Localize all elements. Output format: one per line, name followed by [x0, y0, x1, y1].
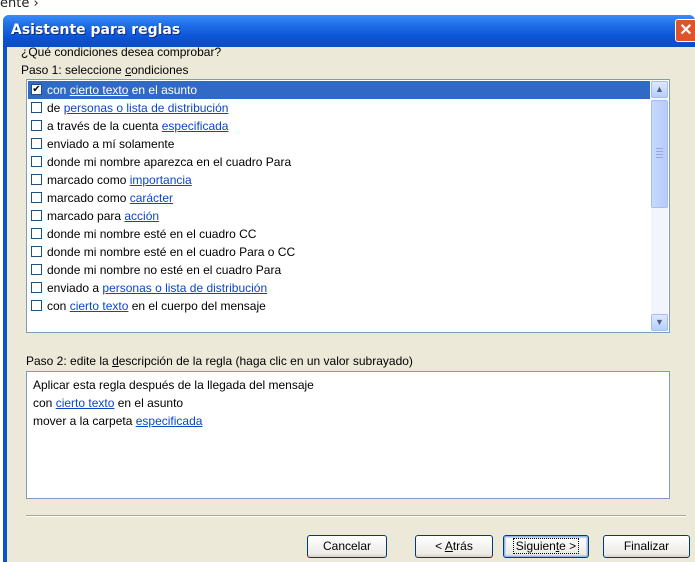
condition-row[interactable]: marcado como importancia — [28, 171, 650, 189]
condition-row[interactable]: con cierto texto en el cuerpo del mensaj… — [28, 297, 650, 315]
condition-text: con — [47, 83, 70, 97]
separator — [26, 515, 686, 517]
conditions-scrollbar[interactable]: ▲ ▼ — [651, 81, 668, 331]
condition-text: con — [47, 299, 70, 313]
background-text-fragment: ente › — [0, 0, 39, 11]
back-button[interactable]: < Atrás — [415, 535, 493, 558]
condition-text: donde mi nombre esté en el cuadro Para o… — [47, 245, 296, 259]
title-bar[interactable]: Asistente para reglas ✕ — [3, 15, 695, 47]
condition-row[interactable]: marcado como carácter — [28, 189, 650, 207]
step2-label: Paso 2: edite la descripción de la regla… — [26, 354, 413, 368]
condition-row[interactable]: donde mi nombre no esté en el cuadro Par… — [28, 261, 650, 279]
value-link[interactable]: carácter — [130, 191, 173, 205]
condition-row[interactable]: enviado a mí solamente — [28, 135, 650, 153]
condition-row[interactable]: de personas o lista de distribución — [28, 99, 650, 117]
rule-description-box[interactable]: Aplicar esta regla después de la llegada… — [26, 371, 670, 499]
value-link[interactable]: cierto texto — [56, 396, 115, 410]
condition-checkbox[interactable] — [31, 210, 42, 221]
condition-text: marcado para — [47, 209, 125, 223]
condition-row[interactable]: enviado a personas o lista de distribuci… — [28, 279, 650, 297]
condition-text: de — [47, 101, 64, 115]
scroll-up-icon[interactable]: ▲ — [651, 81, 668, 98]
scroll-thumb[interactable] — [651, 100, 668, 208]
condition-label: donde mi nombre no esté en el cuadro Par… — [47, 261, 281, 279]
description-line: con cierto texto en el asunto — [33, 394, 663, 412]
value-link[interactable]: especificada — [162, 119, 229, 133]
scroll-down-icon[interactable]: ▼ — [651, 314, 668, 331]
description-line: Aplicar esta regla después de la llegada… — [33, 376, 663, 394]
condition-row[interactable]: donde mi nombre esté en el cuadro CC — [28, 225, 650, 243]
condition-row[interactable]: a través de la cuenta especificada — [28, 117, 650, 135]
condition-text: en el asunto — [128, 83, 198, 97]
value-link[interactable]: cierto texto — [70, 83, 129, 97]
value-link[interactable]: personas o lista de distribución — [64, 101, 229, 115]
condition-row[interactable]: ✔ con cierto texto en el asunto — [28, 81, 650, 99]
condition-label: donde mi nombre esté en el cuadro CC — [47, 225, 256, 243]
condition-text: en el cuerpo del mensaje — [128, 299, 266, 313]
description-line: mover a la carpeta especificada — [33, 412, 663, 430]
condition-checkbox[interactable] — [31, 282, 42, 293]
condition-label: con cierto texto en el cuerpo del mensaj… — [47, 297, 266, 315]
condition-checkbox[interactable] — [31, 138, 42, 149]
value-link[interactable]: importancia — [130, 173, 192, 187]
condition-label: donde mi nombre esté en el cuadro Para o… — [47, 243, 295, 261]
finish-button[interactable]: Finalizar — [603, 535, 690, 558]
condition-checkbox[interactable] — [31, 174, 42, 185]
next-button[interactable]: Siguiente > — [503, 535, 589, 558]
condition-label: con cierto texto en el asunto — [47, 81, 197, 99]
condition-text: marcado como — [47, 191, 130, 205]
step1-label: Paso 1: seleccione condiciones — [21, 63, 189, 77]
condition-row[interactable]: donde mi nombre esté en el cuadro Para o… — [28, 243, 650, 261]
condition-text: Aplicar esta regla después de la llegada… — [33, 378, 314, 392]
value-link[interactable]: acción — [124, 209, 159, 223]
condition-text: mover a la carpeta — [33, 414, 136, 428]
condition-text: en el asunto — [114, 396, 184, 410]
condition-label: marcado como importancia — [47, 171, 192, 189]
condition-label: a través de la cuenta especificada — [47, 117, 228, 135]
condition-text: enviado a mí solamente — [47, 137, 175, 151]
value-link[interactable]: cierto texto — [70, 299, 129, 313]
condition-label: de personas o lista de distribución — [47, 99, 228, 117]
condition-label: marcado para acción — [47, 207, 159, 225]
condition-row[interactable]: marcado para acción — [28, 207, 650, 225]
condition-text: donde mi nombre no esté en el cuadro Par… — [47, 263, 282, 277]
condition-checkbox[interactable] — [31, 120, 42, 131]
condition-label: enviado a mí solamente — [47, 135, 174, 153]
condition-checkbox[interactable] — [31, 246, 42, 257]
window-title: Asistente para reglas — [11, 22, 181, 38]
condition-text: con — [33, 396, 56, 410]
condition-text: enviado a — [47, 281, 103, 295]
condition-checkbox[interactable] — [31, 300, 42, 311]
value-link[interactable]: especificada — [136, 414, 203, 428]
condition-checkbox[interactable] — [31, 192, 42, 203]
value-link[interactable]: personas o lista de distribución — [102, 281, 267, 295]
condition-label: marcado como carácter — [47, 189, 173, 207]
condition-text: donde mi nombre esté en el cuadro CC — [47, 227, 257, 241]
condition-text: a través de la cuenta — [47, 119, 162, 133]
cancel-button[interactable]: Cancelar — [307, 535, 387, 558]
condition-text: marcado como — [47, 173, 130, 187]
condition-checkbox[interactable] — [31, 228, 42, 239]
conditions-list[interactable]: con cierto texto en el cuerpo del mensaj… — [26, 79, 670, 333]
condition-label: donde mi nombre aparezca en el cuadro Pa… — [47, 153, 291, 171]
close-icon[interactable]: ✕ — [675, 19, 695, 42]
condition-row[interactable]: donde mi nombre aparezca en el cuadro Pa… — [28, 153, 650, 171]
condition-text: donde mi nombre aparezca en el cuadro Pa… — [47, 155, 292, 169]
condition-label: enviado a personas o lista de distribuci… — [47, 279, 267, 297]
condition-checkbox[interactable] — [31, 102, 42, 113]
condition-checkbox[interactable] — [31, 156, 42, 167]
condition-checkbox[interactable]: ✔ — [31, 84, 42, 95]
condition-checkbox[interactable] — [31, 264, 42, 275]
question-label: ¿Qué condiciones desea comprobar? — [21, 45, 222, 59]
